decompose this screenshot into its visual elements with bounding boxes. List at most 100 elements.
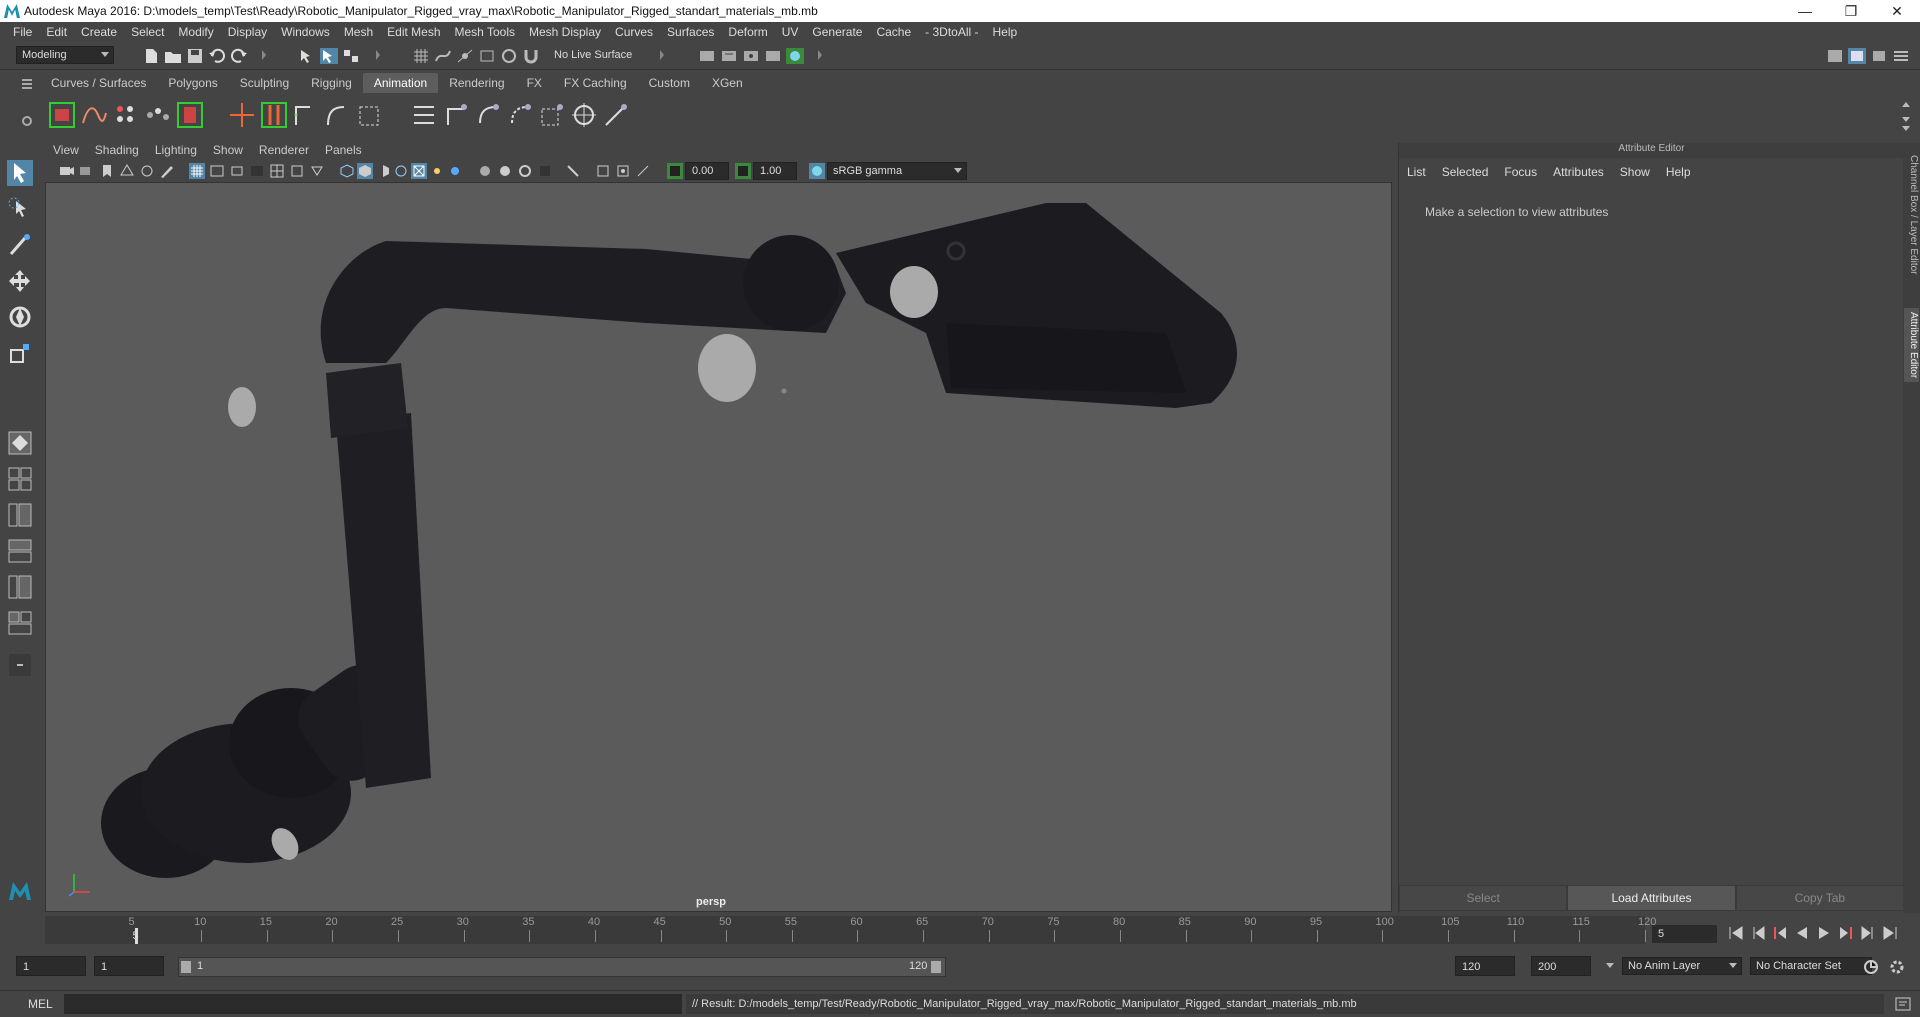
- go-to-end-icon[interactable]: [1882, 926, 1898, 940]
- menu-help[interactable]: Help: [986, 25, 1025, 39]
- go-to-start-icon[interactable]: [1728, 926, 1744, 940]
- play-forward-icon[interactable]: [1816, 926, 1832, 940]
- select-tool-icon[interactable]: [7, 160, 33, 186]
- paint-weights-icon[interactable]: [356, 101, 384, 129]
- motion-blur-icon[interactable]: [497, 163, 513, 179]
- trax-editor-icon[interactable]: [144, 101, 172, 129]
- tab-fx-caching[interactable]: FX Caching: [553, 73, 638, 93]
- create-joint-icon[interactable]: [228, 101, 256, 129]
- graph-editor-icon[interactable]: [80, 101, 108, 129]
- safe-action-icon[interactable]: [289, 163, 305, 179]
- start-time-field[interactable]: 1: [16, 956, 86, 976]
- redo-icon[interactable]: [230, 48, 248, 64]
- xray-icon[interactable]: [595, 163, 611, 179]
- constraint-pole-vector-icon[interactable]: [570, 101, 598, 129]
- film-gate-icon[interactable]: [209, 163, 225, 179]
- gamma-field[interactable]: 1.00: [753, 162, 797, 180]
- animation-preferences-icon[interactable]: [1888, 958, 1906, 976]
- command-language-toggle[interactable]: MEL: [28, 997, 53, 1011]
- outliner-persp-layout-icon[interactable]: [7, 574, 33, 600]
- persp-outliner-layout-icon[interactable]: [7, 502, 33, 528]
- step-forward-key-icon[interactable]: [1860, 926, 1876, 940]
- ae-menu-show[interactable]: Show: [1612, 165, 1658, 179]
- textured-icon[interactable]: [411, 163, 427, 179]
- menu-cache[interactable]: Cache: [869, 25, 918, 39]
- save-scene-icon[interactable]: [186, 48, 204, 64]
- separator-arrow-icon[interactable]: [262, 50, 266, 60]
- separator-arrow-icon[interactable]: [818, 50, 822, 60]
- resolution-gate-icon[interactable]: [229, 163, 245, 179]
- camera-attributes-icon[interactable]: [79, 163, 95, 179]
- menu-select[interactable]: Select: [124, 25, 171, 39]
- persp-graph-layout-icon[interactable]: [7, 538, 33, 564]
- toolbox-expand-icon[interactable]: [7, 652, 33, 678]
- ae-menu-list[interactable]: List: [1399, 165, 1434, 179]
- step-forward-frame-icon[interactable]: [1838, 926, 1854, 940]
- tab-custom[interactable]: Custom: [638, 73, 701, 93]
- image-plane-icon[interactable]: [119, 163, 135, 179]
- use-all-lights-icon[interactable]: [429, 163, 445, 179]
- menu-3dtoall[interactable]: - 3DtoAll -: [918, 25, 985, 39]
- select-hierarchy-icon[interactable]: [298, 48, 316, 64]
- constraint-geometry-icon[interactable]: [602, 101, 630, 129]
- time-slider[interactable]: 5 10 15 20 25 30 35 40 45 50 55 60 65 70 75 80 85 90 95 100…: [45, 916, 1656, 944]
- menu-edit[interactable]: Edit: [39, 25, 74, 39]
- tool-settings-icon[interactable]: [1870, 48, 1888, 64]
- ae-select-button[interactable]: Select: [1399, 885, 1568, 911]
- snap-curve-icon[interactable]: [434, 48, 452, 64]
- menu-mesh-tools[interactable]: Mesh Tools: [448, 25, 522, 39]
- shelf-scroll-icon[interactable]: [1900, 99, 1912, 133]
- render-view-icon[interactable]: [786, 48, 804, 64]
- menu-deform[interactable]: Deform: [721, 25, 774, 39]
- scale-tool-icon[interactable]: [7, 340, 33, 366]
- bookmark-icon[interactable]: [99, 163, 115, 179]
- tab-rigging[interactable]: Rigging: [300, 73, 363, 93]
- current-frame-field[interactable]: 5: [1652, 925, 1717, 943]
- step-back-key-icon[interactable]: [1750, 926, 1766, 940]
- grease-pencil-icon[interactable]: [159, 163, 175, 179]
- menu-generate[interactable]: Generate: [805, 25, 869, 39]
- viewport-menu-renderer[interactable]: Renderer: [251, 143, 317, 159]
- live-surface-label[interactable]: No Live Surface: [554, 49, 632, 61]
- tab-animation[interactable]: Animation: [362, 73, 439, 93]
- minimize-button[interactable]: —: [1782, 0, 1828, 22]
- color-management-icon[interactable]: [809, 163, 825, 179]
- smooth-shade-icon[interactable]: [357, 163, 373, 179]
- set-key-icon[interactable]: [48, 101, 76, 129]
- render-frame-icon[interactable]: [698, 48, 716, 64]
- menu-create[interactable]: Create: [74, 25, 124, 39]
- tab-xgen[interactable]: XGen: [701, 73, 754, 93]
- play-backward-icon[interactable]: [1794, 926, 1810, 940]
- xray-components-icon[interactable]: [635, 163, 651, 179]
- viewport-menu-view[interactable]: View: [45, 143, 87, 159]
- channel-box-icon[interactable]: [1892, 48, 1910, 64]
- range-slider[interactable]: 1 120: [178, 957, 946, 977]
- restore-button[interactable]: ❐: [1828, 0, 1874, 22]
- playback-end-field[interactable]: 120: [1455, 956, 1515, 976]
- separator-arrow-icon[interactable]: [376, 50, 380, 60]
- snap-grid-icon[interactable]: [412, 48, 430, 64]
- wireframe-on-shaded-icon[interactable]: [393, 163, 409, 179]
- script-editor-icon[interactable]: [1894, 996, 1912, 1012]
- tab-fx[interactable]: FX: [516, 73, 553, 93]
- undo-icon[interactable]: [208, 48, 226, 64]
- menu-windows[interactable]: Windows: [274, 25, 337, 39]
- hypershade-layout-icon[interactable]: [7, 610, 33, 636]
- range-start-handle[interactable]: [181, 961, 191, 973]
- tab-attribute-editor[interactable]: Attribute Editor: [1904, 308, 1919, 383]
- grid-toggle-icon[interactable]: [189, 163, 205, 179]
- menu-surfaces[interactable]: Surfaces: [660, 25, 721, 39]
- single-perspective-layout-icon[interactable]: [7, 430, 33, 456]
- xray-joints-icon[interactable]: [615, 163, 631, 179]
- close-button[interactable]: ✕: [1874, 0, 1920, 22]
- four-view-layout-icon[interactable]: [7, 466, 33, 492]
- step-back-frame-icon[interactable]: [1772, 926, 1788, 940]
- ae-menu-selected[interactable]: Selected: [1434, 165, 1497, 179]
- chevron-down-icon[interactable]: [1606, 963, 1614, 968]
- snap-live-icon[interactable]: [500, 48, 518, 64]
- ae-menu-attributes[interactable]: Attributes: [1545, 165, 1612, 179]
- menu-mesh-display[interactable]: Mesh Display: [522, 25, 608, 39]
- modeling-toolkit-icon[interactable]: [1826, 48, 1844, 64]
- screen-space-ao-icon[interactable]: [477, 163, 493, 179]
- viewport-menu-shading[interactable]: Shading: [87, 143, 147, 159]
